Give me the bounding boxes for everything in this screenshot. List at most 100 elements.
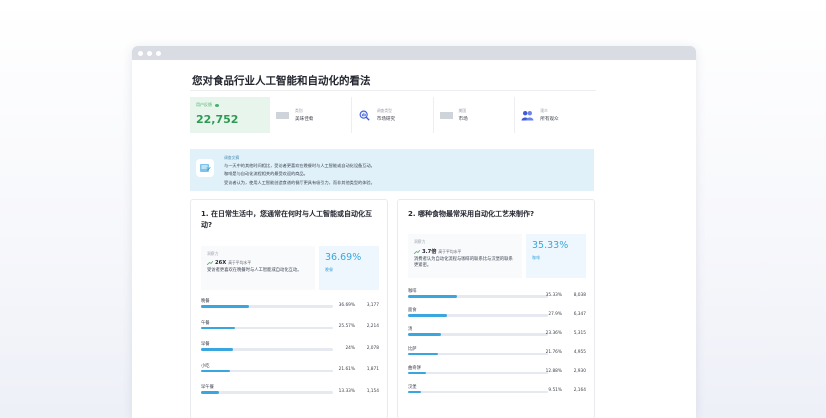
stats-row: 用户反馈 22,752 类别 美味佳肴 调查类型 市场研究 美国 市场 观众 所… xyxy=(190,97,596,133)
top-answer-label: 晚餐 xyxy=(325,267,333,272)
answer-percent: 23.36% xyxy=(545,330,562,336)
answer-percent: 21.61% xyxy=(338,367,355,372)
window-titlebar xyxy=(132,46,696,60)
answer-row: 汤 23.36% 5,315 xyxy=(408,326,586,336)
answer-bar-fill xyxy=(201,348,233,351)
stat-label: 美国 xyxy=(458,108,467,113)
answer-count: 6,347 xyxy=(573,311,586,317)
summary-line: 受访者认为，使用人工智能创造食谱的餐厅更具有吸引力，而非其他类型的体验。 xyxy=(224,179,375,185)
answer-label: 汉堡 xyxy=(408,384,417,390)
answer-label: 早餐 xyxy=(201,342,210,347)
answer-label: 面食 xyxy=(408,308,417,314)
answer-bar-track xyxy=(408,371,548,375)
stat-value: 市场研究 xyxy=(376,117,396,122)
answer-bar-track xyxy=(201,391,333,394)
insight-comparison: 高于平均水平 xyxy=(438,248,462,254)
respondents-stat: 用户反馈 22,752 xyxy=(190,97,270,133)
answer-bar-fill xyxy=(408,352,439,356)
trend-up-icon xyxy=(414,249,420,254)
answer-row: 比萨 21.76% 4,955 xyxy=(408,346,586,356)
summary-line: 与一天中的其他时间相比，受访者更喜欢在晚餐时与人工智能或自动化设备互动。 xyxy=(224,163,375,169)
respondents-count: 22,752 xyxy=(196,113,239,126)
answer-label: 早午餐 xyxy=(201,385,214,390)
answer-label: 小吃 xyxy=(201,363,210,369)
answer-bar-fill xyxy=(201,391,219,394)
question-title: 1. 在日常生活中，您通常在何时与人工智能或自动化互动? xyxy=(201,210,372,229)
answer-count: 1,154 xyxy=(366,388,379,394)
answer-bar-fill xyxy=(408,390,422,394)
answer-count: 2,078 xyxy=(366,345,379,351)
insight-comparison: 高于平均水平 xyxy=(228,260,251,265)
eye-icon xyxy=(215,103,219,107)
answer-percent: 35.33% xyxy=(545,292,562,298)
insight-box: 洞察力 3.7倍 高于平均水平 消费者认为自动化流程与咖啡的联系比与汉堡的联系更… xyxy=(408,234,522,278)
stat-label: 调查类型 xyxy=(376,108,392,113)
stat-category: 类别 美味佳肴 xyxy=(270,97,352,133)
answer-row: 晚餐 36.69% 3,177 xyxy=(201,298,379,308)
window-dot-icon[interactable] xyxy=(138,50,143,56)
answer-bar-fill xyxy=(408,371,427,375)
answer-row: 汉堡 9.51% 2,164 xyxy=(408,384,586,394)
respondents-label: 用户反馈 xyxy=(196,102,212,107)
answer-percent: 24% xyxy=(345,345,355,351)
window-dot-icon[interactable] xyxy=(156,50,161,56)
insight-description: 受访者更喜欢在晚餐时与人工智能或自动化互动。 xyxy=(207,268,302,273)
answer-count: 2,214 xyxy=(366,324,379,329)
insight-label: 洞察力 xyxy=(414,239,426,244)
answer-bar-track xyxy=(201,369,333,372)
answer-bar-fill xyxy=(408,314,448,317)
magnifier-chart-icon xyxy=(359,110,370,121)
answer-bar-fill xyxy=(201,369,230,372)
answer-bar-track xyxy=(408,352,548,356)
stat-survey-type: 调查类型 市场研究 xyxy=(352,97,434,133)
answer-label: 晚餐 xyxy=(201,299,210,304)
summary-line: 咖啡是与自动化流程相关的最受欢迎的商品。 xyxy=(224,171,308,177)
insight-box: 洞察力 26X 高于平均水平 受访者更喜欢在晚餐时与人工智能或自动化互动。 xyxy=(201,246,315,290)
answer-percent: 36.69% xyxy=(338,302,355,308)
answer-bar-track xyxy=(408,390,548,394)
answer-bar-track xyxy=(201,348,333,351)
answer-percent: 12.88% xyxy=(545,369,562,375)
answer-row: 曲奇饼 12.88% 2,930 xyxy=(408,365,586,375)
insight-multiplier: 26X xyxy=(215,260,227,266)
top-answer-box: 36.69% 晚餐 xyxy=(319,246,379,290)
answer-bar-fill xyxy=(408,295,458,298)
notebook-icon xyxy=(200,164,211,172)
answer-percent: 13.33% xyxy=(338,388,355,394)
answer-bar-track xyxy=(201,305,333,308)
gray-box-icon xyxy=(439,111,453,119)
question-title: 2. 哪种食物最常采用自动化工艺来制作? xyxy=(408,210,535,218)
answer-row: 午餐 25.57% 2,214 xyxy=(201,320,379,330)
stat-label: 观众 xyxy=(540,108,548,113)
stat-label: 类别 xyxy=(295,108,303,113)
answer-count: 8,038 xyxy=(573,292,586,298)
answer-percent: 27.9% xyxy=(548,311,562,317)
answer-count: 2,164 xyxy=(573,388,586,394)
page-title: 您对食品行业人工智能和自动化的看法 xyxy=(192,75,371,87)
answer-label: 汤 xyxy=(408,327,413,333)
answer-row: 面食 27.9% 6,347 xyxy=(408,307,586,317)
answer-count: 2,930 xyxy=(573,369,586,375)
gray-box-icon xyxy=(276,111,289,119)
answer-percent: 25.57% xyxy=(338,324,355,329)
stat-value: 市场 xyxy=(458,117,468,122)
answer-label: 咖啡 xyxy=(408,289,417,294)
answer-bars: 晚餐 36.69% 3,177 午餐 25.57% 2,214 早餐 24% 2,078 小吃 21… xyxy=(201,298,379,406)
answer-percent: 9.51% xyxy=(548,388,562,394)
answer-row: 咖啡 35.33% 8,038 xyxy=(408,288,586,298)
summary-icon xyxy=(196,159,214,177)
answer-bars: 咖啡 35.33% 8,038 面食 27.9% 6,347 汤 23.36% 5,315 比萨 2… xyxy=(408,288,586,403)
answer-count: 3,177 xyxy=(366,302,379,308)
insight-multiplier: 3.7倍 xyxy=(422,249,437,255)
answer-row: 早餐 24% 2,078 xyxy=(201,341,379,351)
window-dot-icon[interactable] xyxy=(147,50,152,56)
stat-value: 美味佳肴 xyxy=(295,117,314,122)
answer-count: 1,871 xyxy=(366,367,379,372)
browser-window: 您对食品行业人工智能和自动化的看法 用户反馈 22,752 类别 美味佳肴 调查… xyxy=(132,46,696,418)
people-icon xyxy=(521,110,534,120)
answer-row: 小吃 21.61% 1,871 xyxy=(201,363,379,373)
top-answer-box: 35.33% 咖啡 xyxy=(526,234,586,278)
question-card-2: 2. 哪种食物最常采用自动化工艺来制作? 洞察力 3.7倍 高于平均水平 消费者… xyxy=(397,199,595,418)
stat-audience: 观众 所有观众 xyxy=(515,97,596,133)
answer-label: 曲奇饼 xyxy=(408,365,421,371)
